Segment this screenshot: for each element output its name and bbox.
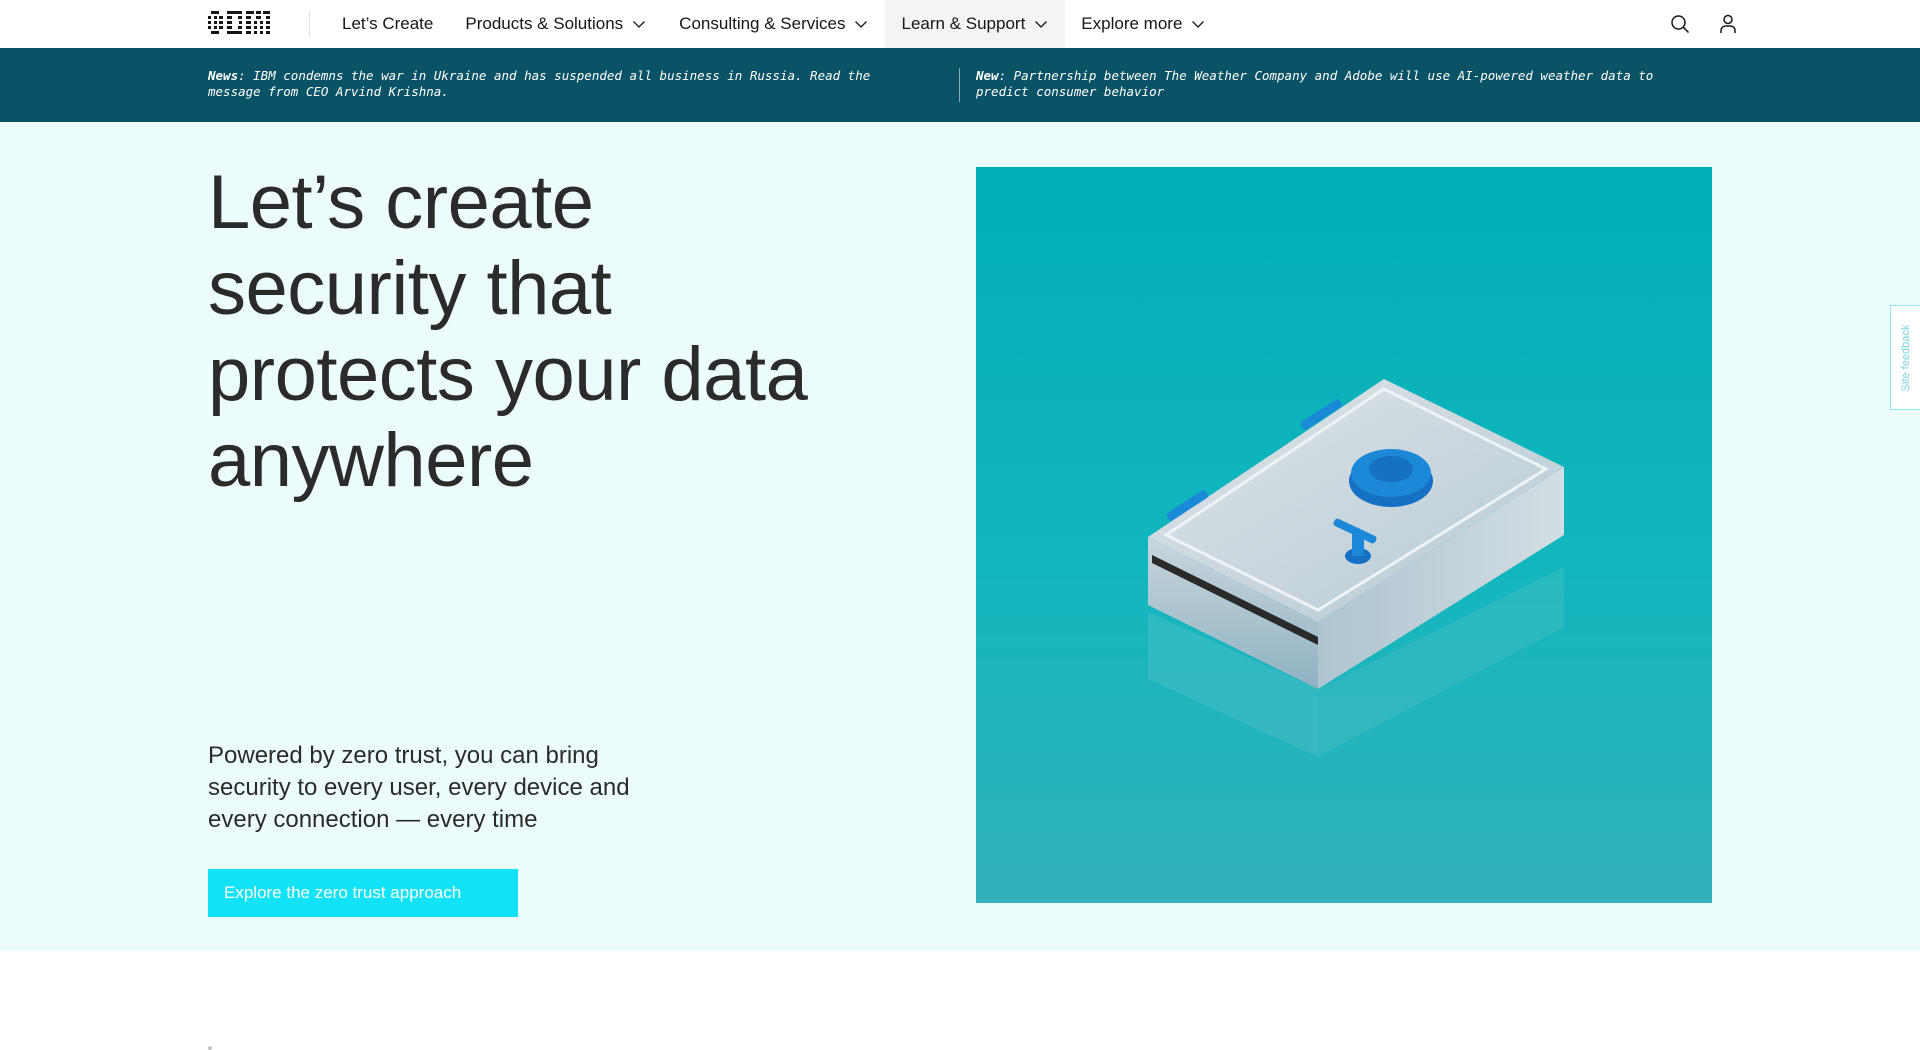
nav-label: Explore more [1081, 14, 1183, 33]
main-nav: Let’s Create Products & Solutions Consul… [326, 0, 1222, 48]
chevron-down-icon [633, 21, 646, 28]
chevron-down-icon [1035, 21, 1048, 28]
explore-zero-trust-button[interactable]: Explore the zero trust approach [208, 869, 518, 917]
news-tag: News [208, 68, 239, 83]
user-icon[interactable] [1716, 12, 1740, 36]
news-tag: New [976, 68, 999, 83]
news-item-weather-adobe[interactable]: New: Partnership between The Weather Com… [976, 68, 1656, 100]
nav-label: Learn & Support [901, 14, 1026, 33]
hero-headline: Let’s create security that protects your… [208, 160, 808, 503]
news-separator [959, 68, 960, 102]
masthead: Let’s Create Products & Solutions Consul… [0, 0, 1920, 49]
nav-label: Consulting & Services [679, 14, 846, 33]
news-item-ukraine[interactable]: News: IBM condemns the war in Ukraine an… [208, 68, 888, 100]
site-feedback-label: Site feedback [1899, 324, 1912, 391]
nav-products-solutions[interactable]: Products & Solutions [449, 0, 663, 48]
logo-divider [309, 12, 310, 36]
search-icon[interactable] [1668, 12, 1692, 36]
nav-consulting-services[interactable]: Consulting & Services [663, 0, 885, 48]
content-marker [208, 1046, 212, 1050]
hero-safe-image [976, 167, 1712, 903]
nav-label: Products & Solutions [465, 14, 624, 33]
nav-learn-support[interactable]: Learn & Support [885, 0, 1066, 48]
site-feedback-tab[interactable]: Site feedback [1890, 305, 1920, 410]
ibm-logo[interactable] [208, 11, 270, 37]
nav-lets-create[interactable]: Let’s Create [326, 0, 449, 48]
news-strip: News: IBM condemns the war in Ukraine an… [0, 48, 1920, 122]
nav-label: Let’s Create [342, 14, 434, 33]
chevron-down-icon [855, 21, 868, 28]
chevron-down-icon [1192, 21, 1205, 28]
nav-explore-more[interactable]: Explore more [1065, 0, 1222, 48]
news-text: : IBM condemns the war in Ukraine and ha… [208, 68, 871, 99]
news-text: : Partnership between The Weather Compan… [976, 68, 1654, 99]
hero-subcopy: Powered by zero trust, you can bring sec… [208, 742, 630, 833]
